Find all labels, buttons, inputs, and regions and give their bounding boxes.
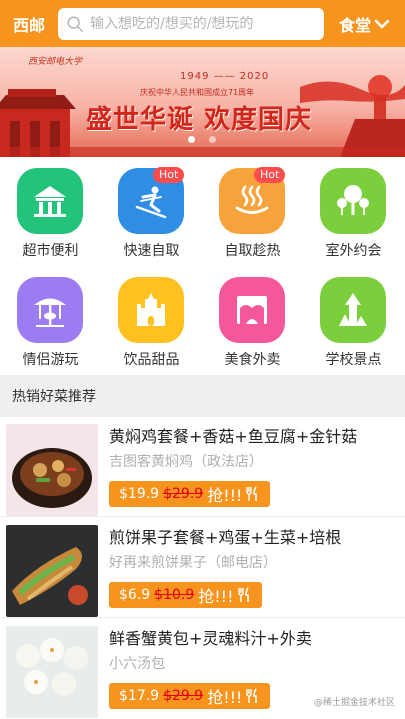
hot-badge: Hot — [153, 167, 185, 183]
top-bar: 西邮 食堂 — [0, 0, 405, 47]
dish-item[interactable]: 黄焖鸡套餐+香菇+鱼豆腐+金针菇 吉图客黄焖鸡（政法店） $19.9 $29.9… — [0, 417, 405, 517]
dish-price: $6.9 — [119, 587, 151, 603]
chevron-down-icon — [374, 19, 390, 28]
hot-badge: Hot — [254, 167, 286, 183]
category-label: 美食外卖 — [224, 352, 281, 368]
category-tile — [320, 277, 386, 343]
section-title: 热销好菜推荐 — [0, 375, 405, 417]
category-food-delivery[interactable]: 美食外卖 — [202, 266, 303, 371]
dish-old-price: $29.9 — [163, 486, 204, 502]
category-tile — [17, 277, 83, 343]
dish-title: 黄焖鸡套餐+香菇+鱼豆腐+金针菇 — [109, 427, 358, 446]
category-label: 饮品甜品 — [123, 352, 180, 368]
dish-price: $19.9 — [119, 486, 160, 502]
category-couple-fun[interactable]: 情侣游玩 — [0, 266, 101, 371]
dish-title: 鲜香蟹黄包+灵魂料汁+外卖 — [109, 629, 312, 648]
dish-image — [6, 424, 98, 516]
banner-subtitle: 庆祝中华人民共和国成立71周年 — [140, 88, 255, 97]
category-grid: 超市便利 Hot 快速自取 Hot 自取趁热 室外约会 情侣游玩 饮品甜品 美食… — [0, 157, 405, 375]
category-label: 室外约会 — [325, 243, 382, 259]
category-supermarket[interactable]: 超市便利 — [0, 157, 101, 262]
fork-knife-icon — [237, 587, 249, 602]
buy-button[interactable]: $19.9 $29.9 抢!!! — [109, 481, 271, 507]
banner-title: 盛世华诞 欢度国庆 — [86, 105, 313, 135]
dish-price: $17.9 — [119, 688, 160, 704]
dish-image — [6, 525, 98, 617]
banner-years: 1949 —— 2020 — [180, 71, 270, 82]
grab-label: 抢!!! — [207, 486, 243, 505]
category-tile — [118, 277, 184, 343]
category-tile — [17, 168, 83, 234]
canteen-label: 食堂 — [338, 15, 371, 35]
category-label: 自取趁热 — [224, 243, 281, 259]
category-quick-pickup[interactable]: Hot 快速自取 — [101, 157, 202, 262]
trees-icon — [337, 185, 369, 215]
grab-label: 抢!!! — [198, 587, 234, 606]
dish-item[interactable]: 煎饼果子套餐+鸡蛋+生菜+培根 好再来煎饼果子（邮电店） $6.9 $10.9 … — [0, 518, 405, 618]
canteen-dropdown[interactable]: 食堂 — [324, 12, 405, 36]
dish-shop: 小六汤包 — [109, 656, 165, 672]
dish-title: 煎饼果子套餐+鸡蛋+生菜+培根 — [109, 528, 342, 547]
search-input[interactable] — [90, 15, 315, 32]
buy-button[interactable]: $17.9 $29.9 抢!!! — [109, 683, 271, 709]
category-tile — [219, 277, 285, 343]
dish-shop: 吉图客黄焖鸡（政法店） — [109, 454, 263, 470]
carousel-dot[interactable] — [209, 136, 216, 143]
category-label: 学校景点 — [325, 352, 382, 368]
tent-icon — [237, 296, 267, 324]
category-label: 超市便利 — [22, 243, 79, 259]
grab-label: 抢!!! — [207, 688, 243, 707]
dish-old-price: $29.9 — [163, 688, 204, 704]
category-label: 快速自取 — [123, 243, 180, 259]
dish-image — [6, 626, 98, 718]
buy-button[interactable]: $6.9 $10.9 抢!!! — [109, 582, 262, 608]
category-pickup-hot[interactable]: Hot 自取趁热 — [202, 157, 303, 262]
category-label: 情侣游玩 — [22, 352, 79, 368]
skier-icon — [135, 186, 167, 219]
landmark-icon — [339, 293, 367, 326]
hot-spring-icon — [235, 185, 269, 214]
category-outdoor-date[interactable]: 室外约会 — [303, 157, 404, 262]
banner-logo: 西安邮电大学 — [28, 57, 83, 67]
pavilion-icon — [34, 186, 66, 217]
search-box[interactable] — [58, 7, 324, 40]
carousel-icon — [34, 298, 66, 327]
category-tile — [320, 168, 386, 234]
category-drinks-desserts[interactable]: 饮品甜品 — [101, 266, 202, 371]
national-day-banner[interactable]: 西安邮电大学 1949 —— 2020 庆祝中华人民共和国成立71周年 盛世华诞… — [0, 47, 405, 157]
dish-shop: 好再来煎饼果子（邮电店） — [109, 555, 277, 571]
fork-knife-icon — [246, 486, 258, 501]
fork-knife-icon — [246, 688, 258, 703]
watermark: @稀土掘金技术社区 — [313, 698, 395, 708]
city-selector[interactable]: 西邮 — [0, 12, 58, 36]
carousel-dot-active[interactable] — [188, 136, 195, 143]
dish-old-price: $10.9 — [154, 587, 195, 603]
castle-icon — [137, 293, 165, 326]
search-icon — [67, 16, 83, 32]
category-campus-sights[interactable]: 学校景点 — [303, 266, 404, 371]
